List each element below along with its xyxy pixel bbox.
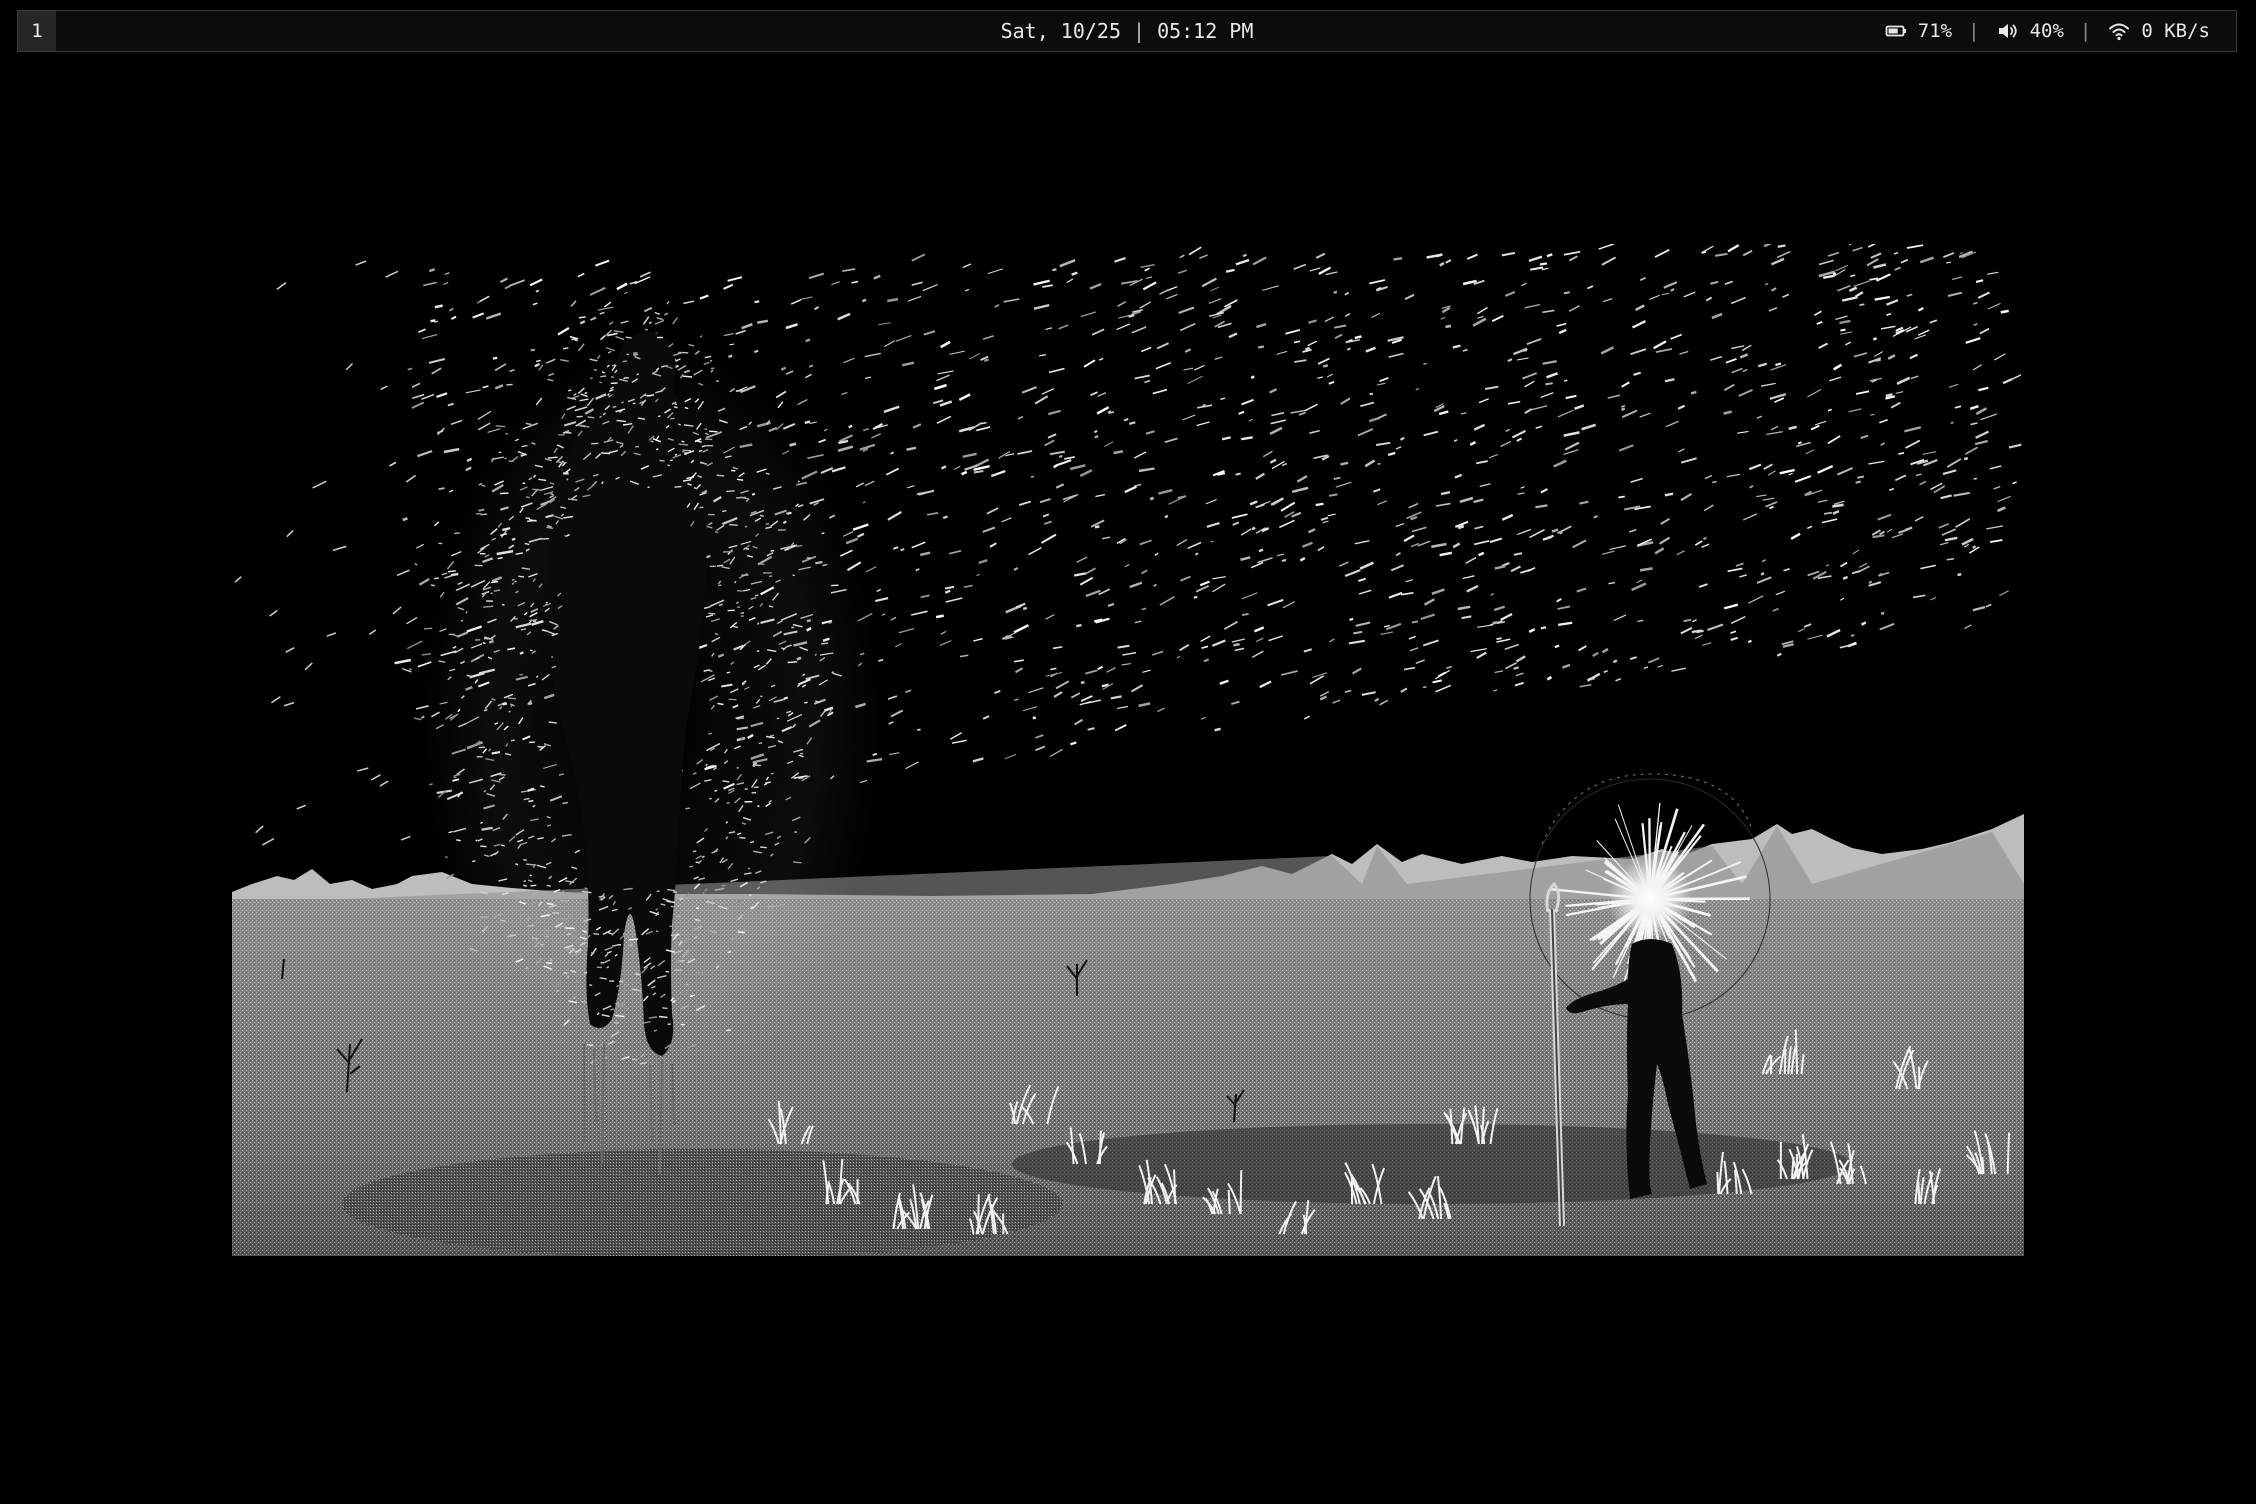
speaker-icon xyxy=(1996,19,2020,43)
battery-icon xyxy=(1884,19,1908,43)
desktop-wallpaper xyxy=(232,244,2024,1256)
status-modules: 71% | 40% | 0 KB/s xyxy=(1884,11,2210,51)
volume-value: 40% xyxy=(2029,20,2064,42)
network-module[interactable]: 0 KB/s xyxy=(2107,19,2210,43)
clock-separator: | xyxy=(1133,19,1146,43)
status-separator: | xyxy=(2079,20,2092,42)
volume-module[interactable]: 40% xyxy=(1996,19,2064,43)
status-bar: 1 Sat, 10/25 | 05:12 PM 71% | 40% | 0 KB… xyxy=(17,10,2237,52)
battery-value: 71% xyxy=(1917,20,1953,42)
date-label[interactable]: Sat, 10/25 xyxy=(1001,19,1121,43)
battery-module[interactable]: 71% xyxy=(1884,19,1952,43)
status-separator: | xyxy=(1968,20,1980,42)
wallpaper-artwork xyxy=(232,244,2024,1256)
time-label[interactable]: 05:12 PM xyxy=(1157,19,1253,43)
network-value: 0 KB/s xyxy=(2141,20,2210,42)
wifi-icon xyxy=(2107,19,2131,43)
workspace-button[interactable]: 1 xyxy=(18,11,56,51)
